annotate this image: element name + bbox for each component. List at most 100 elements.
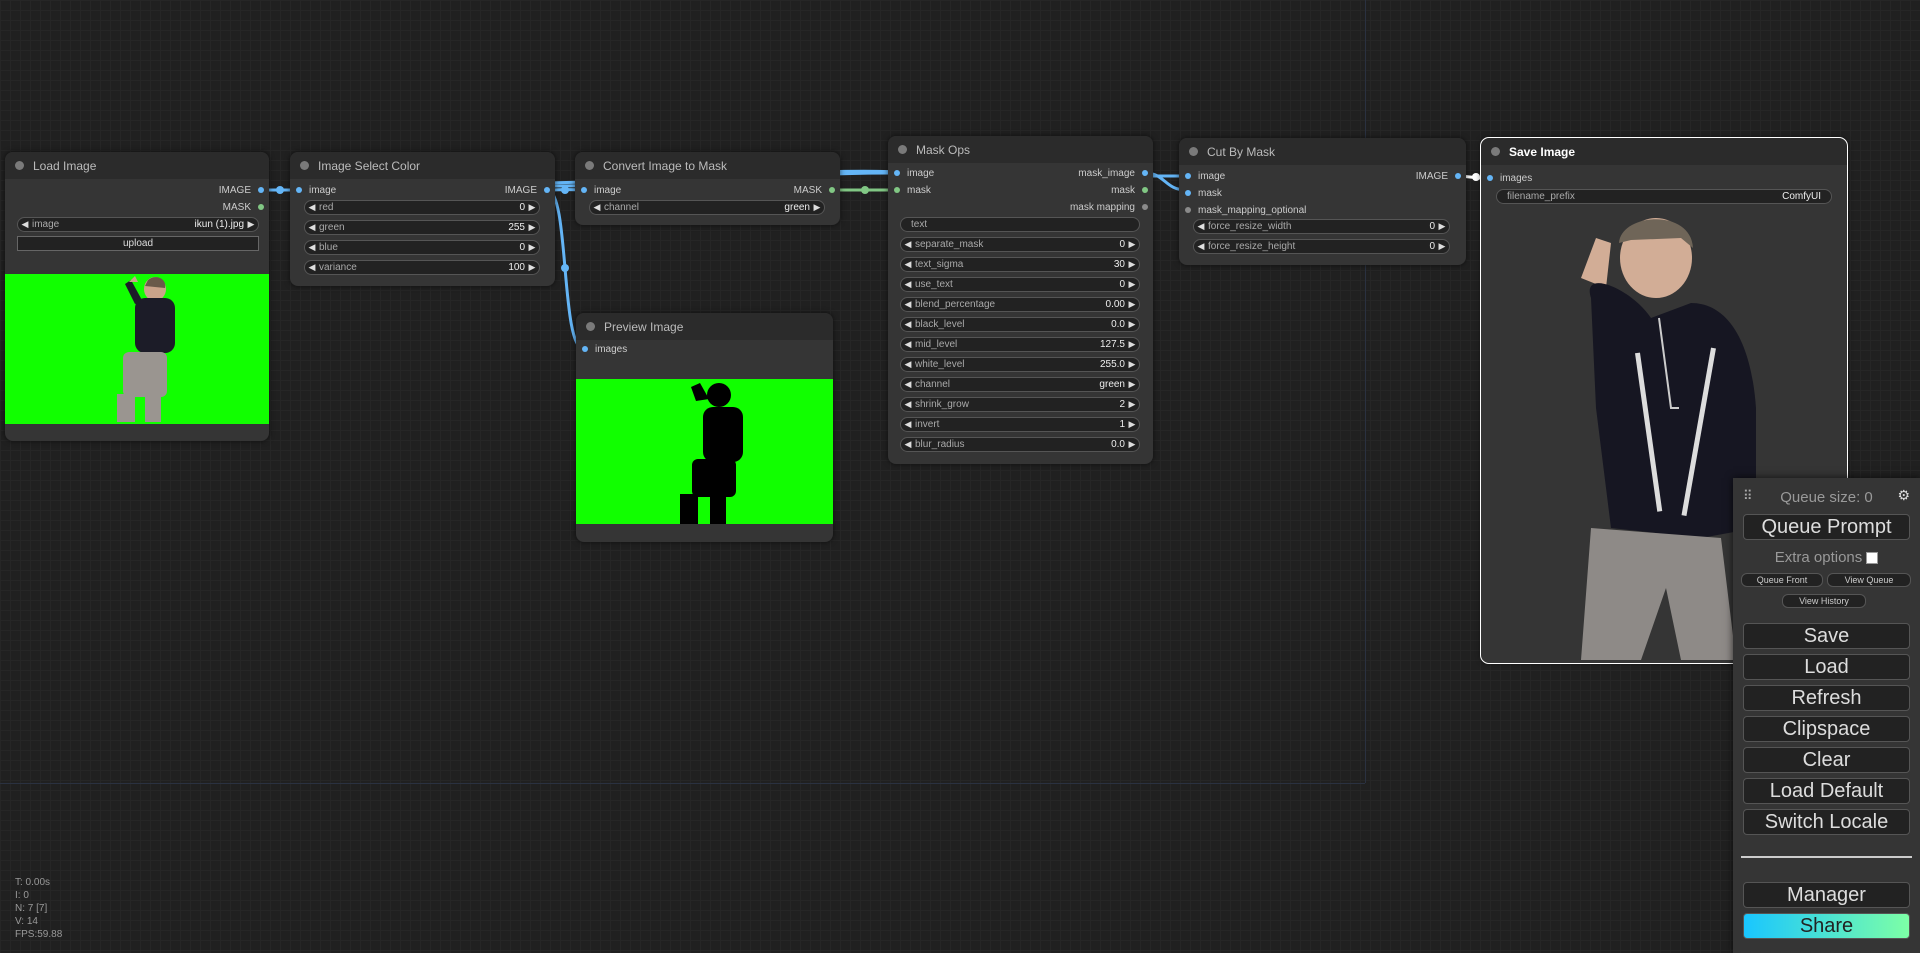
output-slot-dot-icon[interactable] (1142, 187, 1148, 193)
input-image[interactable]: image (1185, 169, 1225, 183)
output-slot-dot-icon[interactable] (258, 187, 264, 193)
force-resize-height-widget[interactable]: ◀ force_resize_height 0 ▶ (1193, 239, 1450, 254)
input-slot-dot-icon[interactable] (894, 170, 900, 176)
triangle-left-icon[interactable]: ◀ (901, 339, 915, 350)
text-sigma-widget[interactable]: ◀ text_sigma 30 ▶ (900, 257, 1140, 272)
input-images[interactable]: images (1487, 171, 1532, 185)
input-images[interactable]: images (582, 342, 627, 356)
view-history-button[interactable]: View History (1782, 594, 1866, 608)
blue-widget[interactable]: ◀ blue 0 ▶ (304, 240, 540, 255)
collapse-dot-icon[interactable] (585, 161, 594, 170)
variance-widget[interactable]: ◀ variance 100 ▶ (304, 260, 540, 275)
triangle-right-icon[interactable]: ▶ (1125, 319, 1139, 330)
input-mask[interactable]: mask (1185, 186, 1222, 200)
triangle-left-icon[interactable]: ◀ (590, 202, 604, 213)
extra-options-checkbox[interactable] (1866, 552, 1879, 565)
output-slot-dot-icon[interactable] (258, 204, 264, 210)
gear-icon[interactable]: ⚙ (1897, 487, 1910, 504)
node-title[interactable]: Load Image (5, 152, 269, 179)
triangle-right-icon[interactable]: ▶ (1125, 299, 1139, 310)
output-image[interactable]: IMAGE (219, 183, 264, 197)
triangle-left-icon[interactable]: ◀ (1194, 221, 1208, 232)
blend-percentage-widget[interactable]: ◀ blend_percentage 0.00 ▶ (900, 297, 1140, 312)
input-mask[interactable]: mask (894, 183, 931, 197)
share-button[interactable]: Share (1743, 913, 1910, 939)
triangle-left-icon[interactable]: ◀ (305, 222, 319, 233)
channel-widget[interactable]: ◀ channel green ▶ (589, 200, 825, 215)
text-input[interactable]: text (900, 217, 1140, 232)
node-title[interactable]: Mask Ops (888, 136, 1153, 163)
triangle-left-icon[interactable]: ◀ (305, 262, 319, 273)
triangle-right-icon[interactable]: ▶ (1125, 439, 1139, 450)
clipspace-button[interactable]: Clipspace (1743, 716, 1910, 742)
triangle-right-icon[interactable]: ▶ (1435, 241, 1449, 252)
input-slot-dot-icon[interactable] (296, 187, 302, 193)
view-queue-button[interactable]: View Queue (1827, 573, 1911, 587)
collapse-dot-icon[interactable] (1189, 147, 1198, 156)
white-level-widget[interactable]: ◀ white_level 255.0 ▶ (900, 357, 1140, 372)
node-load-image[interactable]: Load Image IMAGE MASK ◀ image ikun (1).j… (5, 152, 269, 441)
switch-locale-button[interactable]: Switch Locale (1743, 809, 1910, 835)
filename-prefix-widget[interactable]: filename_prefix ComfyUI (1496, 189, 1832, 204)
input-image[interactable]: image (894, 166, 934, 180)
output-mask-image[interactable]: mask_image (1078, 166, 1148, 180)
triangle-right-icon[interactable]: ▶ (1125, 419, 1139, 430)
triangle-right-icon[interactable]: ▶ (1125, 239, 1139, 250)
node-cut-by-mask[interactable]: Cut By Mask image mask mask_mapping_opti… (1179, 138, 1466, 265)
output-slot-dot-icon[interactable] (1142, 204, 1148, 210)
collapse-dot-icon[interactable] (1491, 147, 1500, 156)
triangle-left-icon[interactable]: ◀ (901, 279, 915, 290)
triangle-left-icon[interactable]: ◀ (18, 219, 32, 230)
node-title[interactable]: Preview Image (576, 313, 833, 340)
output-slot-dot-icon[interactable] (1142, 170, 1148, 176)
save-button[interactable]: Save (1743, 623, 1910, 649)
input-mask-mapping-optional[interactable]: mask_mapping_optional (1185, 203, 1306, 217)
collapse-dot-icon[interactable] (586, 322, 595, 331)
force-resize-width-widget[interactable]: ◀ force_resize_width 0 ▶ (1193, 219, 1450, 234)
collapse-dot-icon[interactable] (898, 145, 907, 154)
triangle-right-icon[interactable]: ▶ (1125, 399, 1139, 410)
triangle-left-icon[interactable]: ◀ (901, 419, 915, 430)
red-widget[interactable]: ◀ red 0 ▶ (304, 200, 540, 215)
output-slot-dot-icon[interactable] (544, 187, 550, 193)
node-convert-image-to-mask[interactable]: Convert Image to Mask image MASK ◀ channe… (575, 152, 840, 225)
black-level-widget[interactable]: ◀ black_level 0.0 ▶ (900, 317, 1140, 332)
triangle-left-icon[interactable]: ◀ (901, 319, 915, 330)
output-slot-dot-icon[interactable] (1455, 173, 1461, 179)
node-title[interactable]: Image Select Color (290, 152, 555, 179)
input-slot-dot-icon[interactable] (1185, 207, 1191, 213)
channel-widget[interactable]: ◀ channel green ▶ (900, 377, 1140, 392)
invert-widget[interactable]: ◀ invert 1 ▶ (900, 417, 1140, 432)
output-mask-mapping[interactable]: mask mapping (1070, 200, 1148, 214)
queue-prompt-button[interactable]: Queue Prompt (1743, 514, 1910, 540)
triangle-right-icon[interactable]: ▶ (1125, 339, 1139, 350)
green-widget[interactable]: ◀ green 255 ▶ (304, 220, 540, 235)
node-title[interactable]: Save Image (1481, 138, 1847, 165)
output-image[interactable]: IMAGE (505, 183, 550, 197)
triangle-left-icon[interactable]: ◀ (901, 379, 915, 390)
image-combo-widget[interactable]: ◀ image ikun (1).jpg ▶ (17, 217, 259, 232)
triangle-right-icon[interactable]: ▶ (525, 202, 539, 213)
triangle-right-icon[interactable]: ▶ (1125, 379, 1139, 390)
input-slot-dot-icon[interactable] (1185, 173, 1191, 179)
clear-button[interactable]: Clear (1743, 747, 1910, 773)
triangle-left-icon[interactable]: ◀ (305, 242, 319, 253)
output-slot-dot-icon[interactable] (829, 187, 835, 193)
upload-button[interactable]: upload (17, 236, 259, 251)
triangle-left-icon[interactable]: ◀ (1194, 241, 1208, 252)
node-mask-ops[interactable]: Mask Ops image mask mask_image mask mask… (888, 136, 1153, 464)
triangle-right-icon[interactable]: ▶ (1125, 279, 1139, 290)
mid-level-widget[interactable]: ◀ mid_level 127.5 ▶ (900, 337, 1140, 352)
triangle-right-icon[interactable]: ▶ (525, 262, 539, 273)
output-mask[interactable]: mask (1111, 183, 1148, 197)
triangle-left-icon[interactable]: ◀ (305, 202, 319, 213)
input-slot-dot-icon[interactable] (582, 346, 588, 352)
input-image[interactable]: image (296, 183, 336, 197)
input-slot-dot-icon[interactable] (1185, 190, 1191, 196)
triangle-left-icon[interactable]: ◀ (901, 399, 915, 410)
output-mask[interactable]: MASK (794, 183, 835, 197)
triangle-right-icon[interactable]: ▶ (1435, 221, 1449, 232)
load-button[interactable]: Load (1743, 654, 1910, 680)
triangle-right-icon[interactable]: ▶ (810, 202, 824, 213)
node-preview-image[interactable]: Preview Image images (576, 313, 833, 542)
